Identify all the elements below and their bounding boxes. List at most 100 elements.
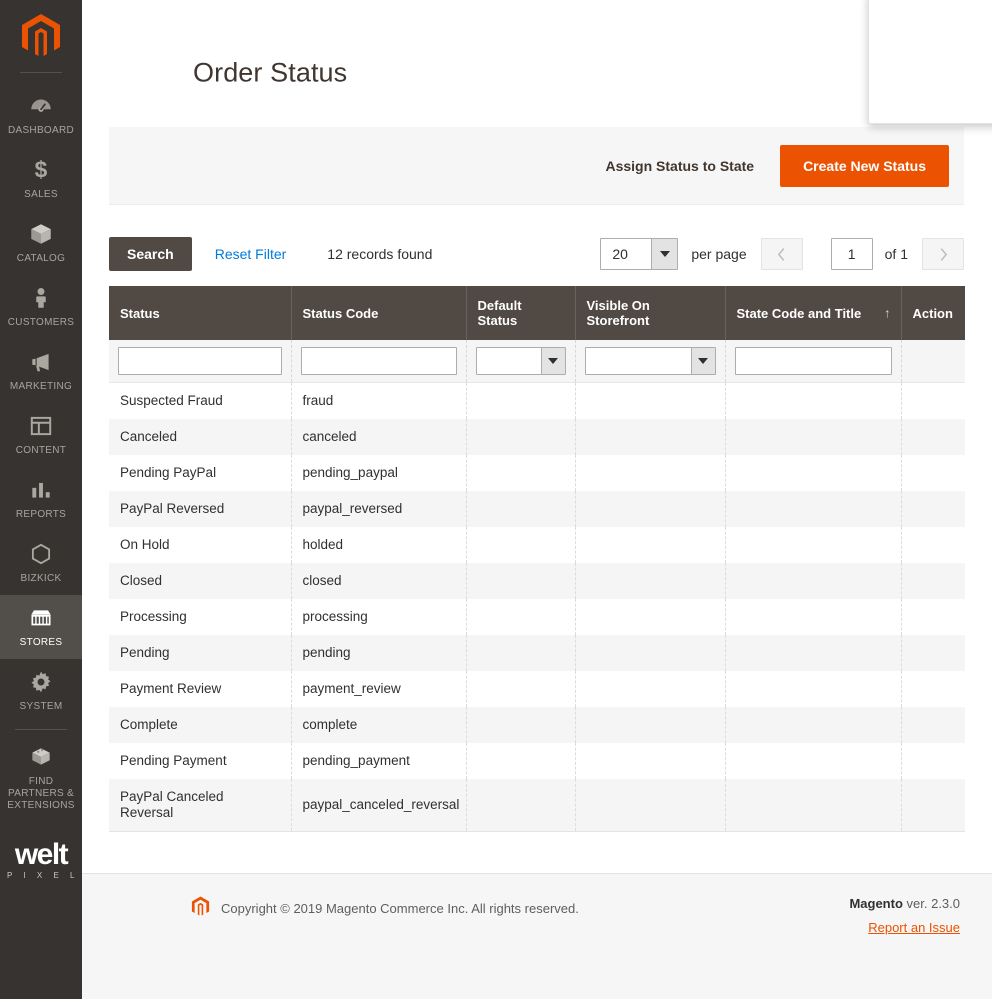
sidebar-item-dashboard[interactable]: DASHBOARD xyxy=(0,83,82,147)
cell-status-code: fraud xyxy=(291,383,466,420)
cell-action xyxy=(901,779,965,832)
cell-status: Complete xyxy=(109,707,291,743)
column-label: Status Code xyxy=(303,306,379,321)
cell-status: Pending Payment xyxy=(109,743,291,779)
cell-visible-on-storefront xyxy=(575,563,725,599)
copyright-text: Copyright © 2019 Magento Commerce Inc. A… xyxy=(221,901,579,916)
chevron-down-icon xyxy=(691,348,715,374)
pagination-controls: 20 per page of 1 xyxy=(600,238,964,270)
per-page-label: per page xyxy=(691,246,746,262)
cell-status-code: paypal_canceled_reversal xyxy=(291,779,466,832)
page-header: Order Status 6 xyxy=(82,0,992,127)
sidebar-item-label: SYSTEM xyxy=(2,701,80,713)
table-row[interactable]: Pending Paymentpending_payment xyxy=(109,743,965,779)
filter-status-input[interactable] xyxy=(118,347,282,375)
sidebar-item-label: STORES xyxy=(2,637,80,649)
cell-visible-on-storefront xyxy=(575,527,725,563)
cell-visible-on-storefront xyxy=(575,779,725,832)
sort-ascending-icon: ↑ xyxy=(884,306,891,321)
sidebar-item-label: BIZKICK xyxy=(2,573,80,585)
sidebar-item-find-partners-extensions[interactable]: FIND PARTNERS & EXTENSIONS xyxy=(0,734,82,822)
filter-state-code-input[interactable] xyxy=(735,347,892,375)
cell-default-status xyxy=(466,527,575,563)
chevron-down-icon xyxy=(541,348,565,374)
cell-default-status xyxy=(466,563,575,599)
column-header-status-code[interactable]: Status Code xyxy=(291,286,466,340)
table-row[interactable]: On Holdholded xyxy=(109,527,965,563)
cell-status-code: holded xyxy=(291,527,466,563)
table-row[interactable]: PayPal Reversedpaypal_reversed xyxy=(109,491,965,527)
column-header-status[interactable]: Status xyxy=(109,286,291,340)
sidebar-item-label: CONTENT xyxy=(2,445,80,457)
sidebar-item-system[interactable]: SYSTEM xyxy=(0,659,82,723)
sidebar-item-label: FIND PARTNERS & EXTENSIONS xyxy=(2,776,80,812)
cell-status-code: pending_payment xyxy=(291,743,466,779)
previous-page-button[interactable] xyxy=(761,238,803,270)
cell-default-status xyxy=(466,599,575,635)
sidebar-item-label: SALES xyxy=(2,189,80,201)
person-icon xyxy=(2,285,80,311)
assign-status-to-state-button[interactable]: Assign Status to State xyxy=(601,150,758,182)
sidebar-item-label: DASHBOARD xyxy=(2,125,80,137)
table-row[interactable]: Closedclosed xyxy=(109,563,965,599)
page-number-input[interactable] xyxy=(831,238,873,270)
cell-action xyxy=(901,527,965,563)
cell-action xyxy=(901,419,965,455)
column-header-action[interactable]: Action xyxy=(901,286,965,340)
sidebar-item-reports[interactable]: REPORTS xyxy=(0,467,82,531)
cell-status: Processing xyxy=(109,599,291,635)
column-label: Visible On Storefront xyxy=(587,298,650,328)
sidebar-divider-bottom xyxy=(15,729,67,730)
sidebar-item-catalog[interactable]: CATALOG xyxy=(0,211,82,275)
reset-filter-link[interactable]: Reset Filter xyxy=(215,246,287,262)
sidebar-item-customers[interactable]: CUSTOMERS xyxy=(0,275,82,339)
table-row[interactable]: Suspected Fraudfraud xyxy=(109,383,965,420)
table-row[interactable]: Pending PayPalpending_paypal xyxy=(109,455,965,491)
grid-toolbar: Search Reset Filter 12 records found 20 … xyxy=(109,224,964,284)
sidebar-item-marketing[interactable]: MARKETING xyxy=(0,339,82,403)
page-footer: Copyright © 2019 Magento Commerce Inc. A… xyxy=(82,873,992,999)
report-an-issue-link[interactable]: Report an Issue xyxy=(849,920,960,935)
cell-status: Pending xyxy=(109,635,291,671)
sidebar-item-content[interactable]: CONTENT xyxy=(0,403,82,467)
sidebar-item-label: CATALOG xyxy=(2,253,80,265)
open-dropdown-panel[interactable] xyxy=(868,0,992,124)
cell-action xyxy=(901,707,965,743)
search-button[interactable]: Search xyxy=(109,237,192,271)
cell-action xyxy=(901,599,965,635)
cell-action xyxy=(901,635,965,671)
table-row[interactable]: Payment Reviewpayment_review xyxy=(109,671,965,707)
main-content-area: Order Status 6 xyxy=(82,0,992,999)
filter-visible-on-storefront-select[interactable] xyxy=(585,347,716,375)
magento-footer-logo-icon xyxy=(191,896,210,920)
column-header-visible-on-storefront[interactable]: Visible On Storefront xyxy=(575,286,725,340)
filter-cell-status xyxy=(109,340,291,383)
sidebar-item-stores[interactable]: STORES xyxy=(0,595,82,659)
cell-action xyxy=(901,671,965,707)
filter-default-status-select[interactable] xyxy=(476,347,566,375)
sidebar-item-sales[interactable]: $ SALES xyxy=(0,147,82,211)
table-row[interactable]: Canceledcanceled xyxy=(109,419,965,455)
table-row[interactable]: Pendingpending xyxy=(109,635,965,671)
page-title: Order Status xyxy=(193,58,347,89)
cell-status: PayPal Canceled Reversal xyxy=(109,779,291,832)
cell-status-code: complete xyxy=(291,707,466,743)
per-page-select[interactable]: 20 xyxy=(600,238,678,270)
admin-page: DASHBOARD $ SALES CATALOG xyxy=(0,0,992,999)
cell-visible-on-storefront xyxy=(575,671,725,707)
column-header-default-status[interactable]: Default Status xyxy=(466,286,575,340)
magento-logo[interactable] xyxy=(0,0,82,72)
cell-status-code: paypal_reversed xyxy=(291,491,466,527)
column-header-state-code-and-title[interactable]: State Code and Title ↑ xyxy=(725,286,901,340)
table-row[interactable]: Processingprocessing xyxy=(109,599,965,635)
next-page-button[interactable] xyxy=(922,238,964,270)
total-pages-label: of 1 xyxy=(885,246,908,262)
table-row[interactable]: PayPal Canceled Reversalpaypal_canceled_… xyxy=(109,779,965,832)
svg-text:$: $ xyxy=(35,157,48,183)
sidebar-item-bizkick[interactable]: BIZKICK xyxy=(0,531,82,595)
grid-header-row: Status Status Code Default Status Visibl… xyxy=(109,286,965,340)
table-row[interactable]: Completecomplete xyxy=(109,707,965,743)
create-new-status-button[interactable]: Create New Status xyxy=(780,145,949,187)
filter-status-code-input[interactable] xyxy=(301,347,457,375)
page-content: Assign Status to State Create New Status… xyxy=(82,127,992,832)
